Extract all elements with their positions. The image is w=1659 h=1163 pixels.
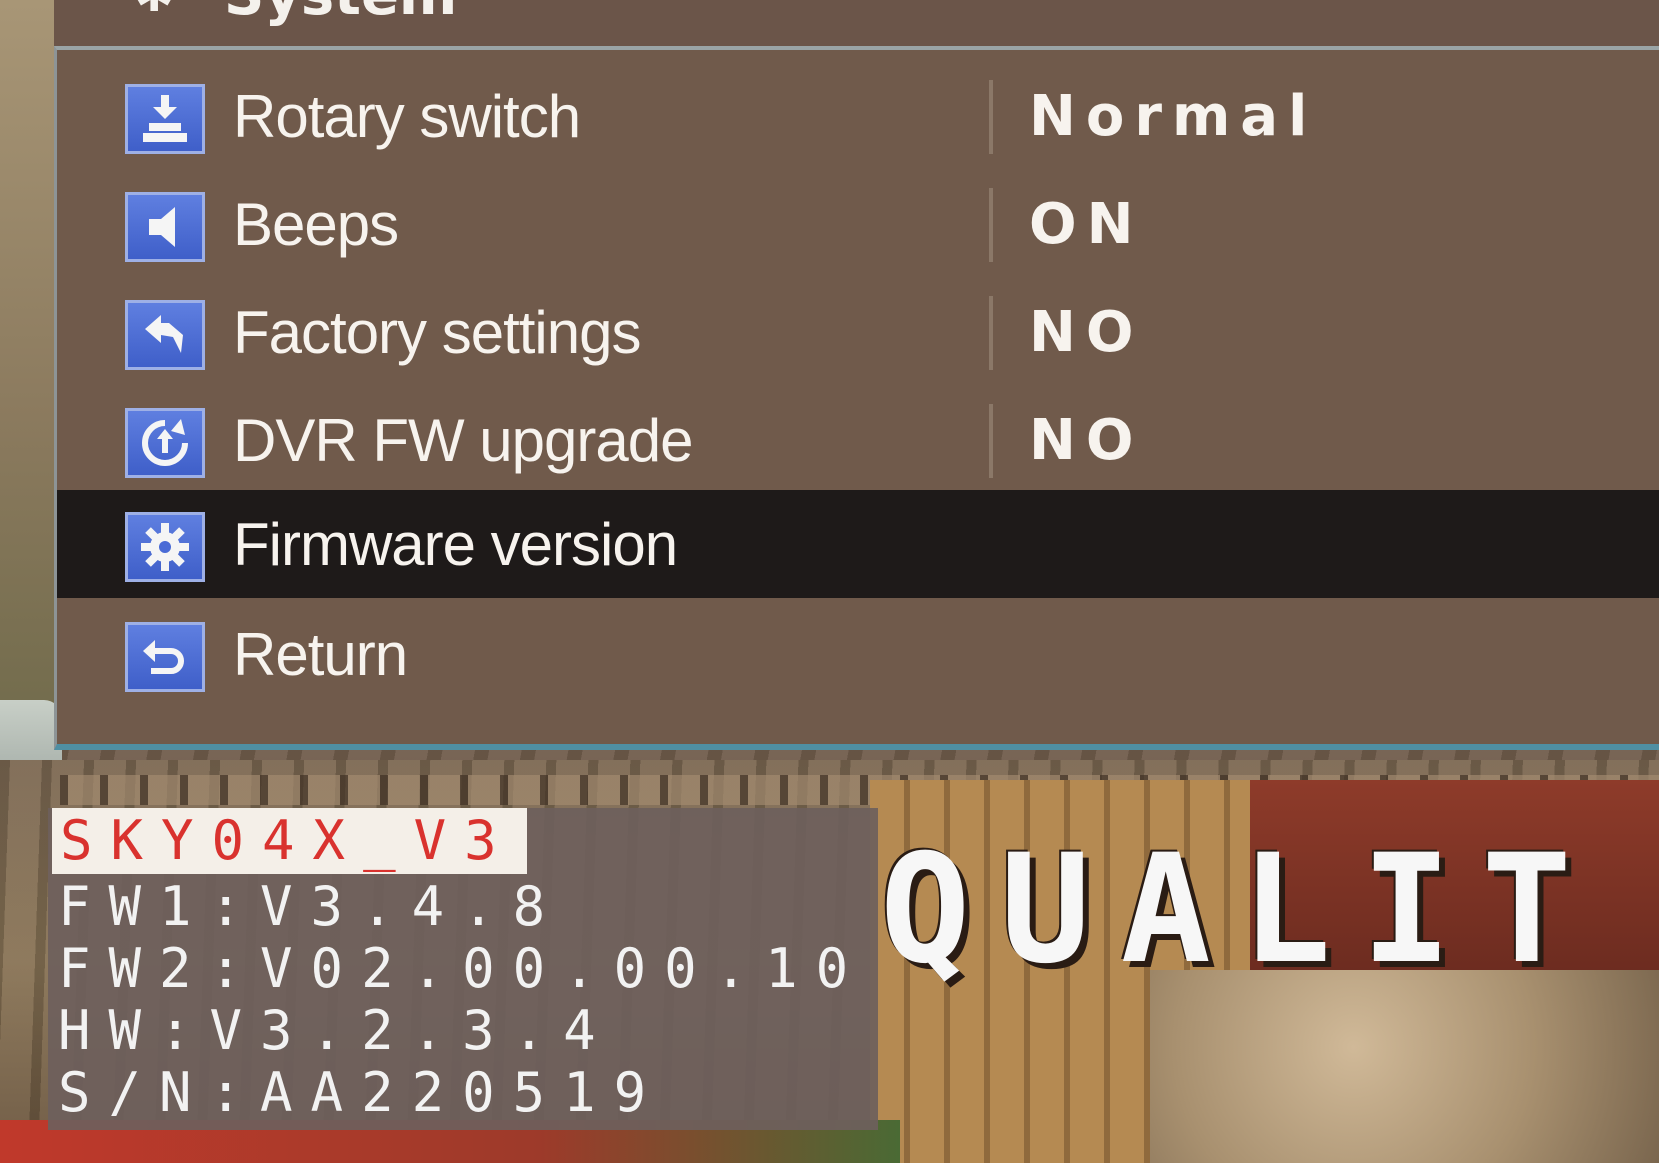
menu-item-label: Factory settings	[233, 299, 641, 366]
menu-item-divider	[989, 80, 993, 154]
menu-item-label: DVR FW upgrade	[233, 407, 693, 474]
download-icon	[125, 84, 205, 154]
video-feed-left-strip	[0, 0, 62, 760]
firmware-fw2: FW2:V02.00.00.10	[58, 937, 867, 1000]
menu-item-firmware-version[interactable]: Firmware version	[57, 490, 1659, 598]
menu-item-divider	[989, 188, 993, 262]
menu-item-divider	[989, 296, 993, 370]
menu-item-label: Beeps	[233, 191, 399, 258]
system-menu-panel: Rotary switch Normal Beeps ON Factory se…	[54, 46, 1659, 750]
firmware-fw1: FW1:V3.4.8	[58, 875, 564, 938]
menu-item-value: ON	[1029, 192, 1144, 257]
menu-item-factory-settings[interactable]: Factory settings NO	[57, 278, 1659, 386]
menu-item-value: NO	[1029, 300, 1144, 365]
gear-icon	[125, 512, 205, 582]
menu-item-beeps[interactable]: Beeps ON	[57, 170, 1659, 278]
menu-item-value: Normal	[1029, 84, 1318, 149]
menu-item-label: Return	[233, 621, 408, 688]
menu-item-divider	[989, 404, 993, 478]
firmware-upgrade-icon	[125, 408, 205, 478]
reply-arrow-icon	[125, 300, 205, 370]
menu-title: System	[224, 0, 457, 26]
firmware-serial-number: S/N:AA220519	[58, 1061, 665, 1124]
video-feed-ground	[1150, 970, 1659, 1163]
menu-item-dvr-fw-upgrade[interactable]: DVR FW upgrade NO	[57, 386, 1659, 494]
menu-item-label: Rotary switch	[233, 83, 581, 150]
firmware-hw: HW:V3.2.3.4	[58, 999, 614, 1062]
firmware-model-label: SKY04X_V3	[52, 808, 527, 874]
speaker-icon	[125, 192, 205, 262]
menu-item-value: NO	[1029, 408, 1144, 473]
menu-header: ✱ System	[54, 0, 1659, 46]
system-gear-icon: ✱	[134, 0, 194, 20]
menu-item-rotary-switch[interactable]: Rotary switch Normal	[57, 62, 1659, 170]
video-overlay-text: QUALIT	[880, 823, 1602, 997]
return-icon	[125, 622, 205, 692]
menu-item-return[interactable]: Return	[57, 600, 1659, 708]
menu-item-label: Firmware version	[233, 511, 678, 578]
